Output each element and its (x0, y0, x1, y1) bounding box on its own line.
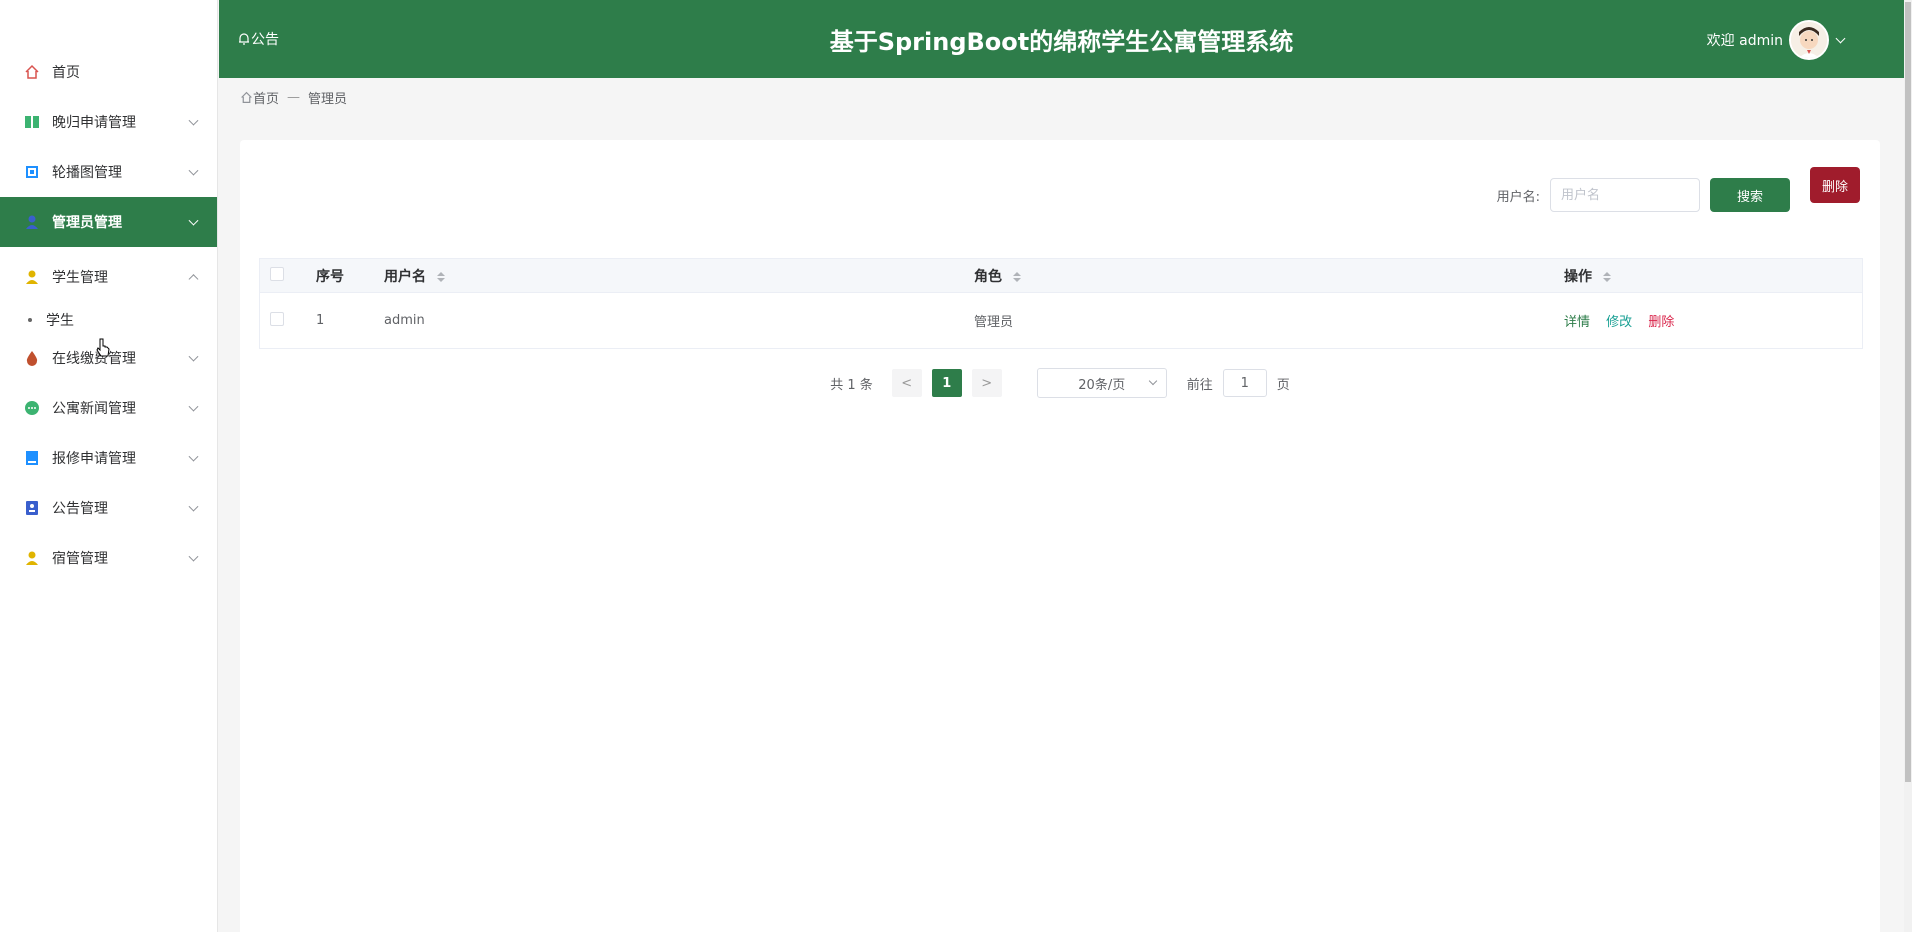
edit-link[interactable]: 修改 (1606, 315, 1632, 330)
column-header-role[interactable]: 角色 (974, 266, 1564, 286)
sort-icon[interactable] (1602, 271, 1611, 282)
user-icon (24, 214, 40, 230)
user-icon (24, 269, 40, 285)
chevron-down-icon (1148, 376, 1157, 386)
sidebar: 首页 晚归申请管理 轮播图管理 管理员管理 学生管理 学生 在线缴费管理 公寓新… (0, 0, 218, 932)
chevron-down-icon (188, 501, 199, 512)
chat-icon (24, 400, 40, 416)
home-icon (24, 64, 40, 80)
main-card: 用户名: 搜索 删除 序号 用户名 角色 操作 1 admin 管理 (240, 140, 1880, 932)
mouse-cursor-icon (96, 338, 110, 357)
page-title: 基于SpringBoot的绵称学生公寓管理系统 (829, 28, 1294, 56)
search-label: 用户名: (1496, 189, 1540, 205)
sidebar-item-label: 公寓新闻管理 (52, 401, 136, 417)
sidebar-item-news[interactable]: 公寓新闻管理 (0, 383, 217, 433)
chevron-down-icon (188, 451, 199, 462)
user-menu[interactable]: 欢迎 admin (1706, 20, 1846, 60)
welcome-text: 欢迎 admin (1706, 33, 1783, 49)
cell-index: 1 (316, 313, 325, 328)
bullet-icon (28, 318, 32, 322)
cpu-icon (24, 164, 40, 180)
sidebar-item-label: 在线缴费管理 (52, 351, 136, 367)
page-suffix: 页 (1276, 377, 1290, 393)
column-header-label: 操作 (1564, 268, 1592, 285)
sidebar-item-repair[interactable]: 报修申请管理 (0, 433, 217, 483)
next-page-button[interactable]: > (971, 369, 1002, 397)
column-header-label: 角色 (974, 268, 1002, 285)
cell-role: 管理员 (974, 315, 1014, 330)
doc-icon (24, 450, 40, 466)
search-bar: 用户名: 搜索 删除 (1496, 167, 1860, 212)
column-header-label: 用户名 (384, 268, 426, 285)
breadcrumb-current: 管理员 (308, 92, 348, 107)
search-input[interactable] (1550, 178, 1700, 212)
column-header-actions[interactable]: 操作 (1564, 266, 1862, 286)
row-delete-link[interactable]: 删除 (1648, 315, 1674, 330)
select-all-checkbox[interactable] (270, 266, 284, 281)
sort-icon[interactable] (436, 271, 445, 282)
sidebar-item-notice[interactable]: 公告管理 (0, 483, 217, 533)
goto-page-input[interactable] (1222, 369, 1267, 397)
avatar (1789, 20, 1829, 60)
sidebar-item-carousel[interactable]: 轮播图管理 (0, 147, 217, 197)
search-button[interactable]: 搜索 (1710, 178, 1790, 212)
top-header: 公告 基于SpringBoot的绵称学生公寓管理系统 欢迎 admin (219, 0, 1904, 78)
sidebar-item-admin[interactable]: 管理员管理 (0, 197, 217, 247)
table-row: 1 admin 管理员 详情 修改 删除 (260, 293, 1862, 348)
sidebar-item-label: 学生管理 (52, 270, 108, 286)
chevron-up-icon (188, 274, 199, 285)
page-number-button[interactable]: 1 (931, 369, 962, 397)
scrollbar-thumb[interactable] (1905, 2, 1911, 782)
home-icon (241, 91, 252, 103)
admin-table: 序号 用户名 角色 操作 1 admin 管理员 详情 修改 删除 (259, 258, 1863, 349)
column-header-index: 序号 (316, 268, 344, 285)
sidebar-item-label: 晚归申请管理 (52, 115, 136, 131)
chevron-down-icon (188, 215, 199, 226)
table-header-row: 序号 用户名 角色 操作 (260, 259, 1862, 293)
breadcrumb-separator: — (287, 90, 301, 105)
chevron-down-icon (188, 551, 199, 562)
page-jumper: 前往 页 (1187, 369, 1290, 397)
drop-icon (24, 350, 40, 366)
detail-link[interactable]: 详情 (1564, 315, 1590, 330)
pagination: 共 1 条 < 1 > 20条/页 前往 页 (240, 368, 1880, 398)
sidebar-item-label: 公告管理 (52, 501, 108, 517)
breadcrumb: 首页 — 管理员 (240, 88, 347, 107)
submenu-item-label: 学生 (46, 313, 74, 329)
chevron-down-icon (188, 351, 199, 362)
pagination-total: 共 1 条 (830, 377, 873, 393)
page-size-select[interactable]: 20条/页 (1036, 368, 1167, 398)
delete-button[interactable]: 删除 (1810, 167, 1860, 203)
page-size-value: 20条/页 (1078, 377, 1126, 393)
sidebar-item-late-return[interactable]: 晚归申请管理 (0, 97, 217, 147)
prev-page-button[interactable]: < (891, 369, 922, 397)
vertical-scrollbar[interactable] (1904, 0, 1912, 932)
sidebar-item-label: 管理员管理 (52, 215, 122, 231)
cell-username: admin (384, 313, 425, 328)
user-icon (24, 550, 40, 566)
cell-actions: 详情 修改 删除 (1564, 311, 1862, 330)
sidebar-item-label: 宿管管理 (52, 551, 108, 567)
sort-icon[interactable] (1012, 271, 1021, 282)
sidebar-item-student[interactable]: 学生管理 (0, 247, 217, 307)
breadcrumb-home[interactable]: 首页 (253, 88, 279, 107)
sidebar-item-label: 首页 (52, 65, 80, 81)
chevron-down-icon (188, 165, 199, 176)
chevron-down-icon (188, 401, 199, 412)
card-icon (24, 500, 40, 516)
chevron-down-icon (188, 115, 199, 126)
sidebar-item-home[interactable]: 首页 (0, 47, 217, 97)
sidebar-item-dorm-manager[interactable]: 宿管管理 (0, 533, 217, 583)
sidebar-item-label: 轮播图管理 (52, 165, 122, 181)
row-checkbox[interactable] (270, 311, 284, 326)
column-header-username[interactable]: 用户名 (384, 266, 974, 286)
goto-label: 前往 (1186, 377, 1213, 393)
chevron-down-icon (1835, 33, 1846, 43)
book-icon (24, 114, 40, 130)
sidebar-item-label: 报修申请管理 (52, 451, 136, 467)
